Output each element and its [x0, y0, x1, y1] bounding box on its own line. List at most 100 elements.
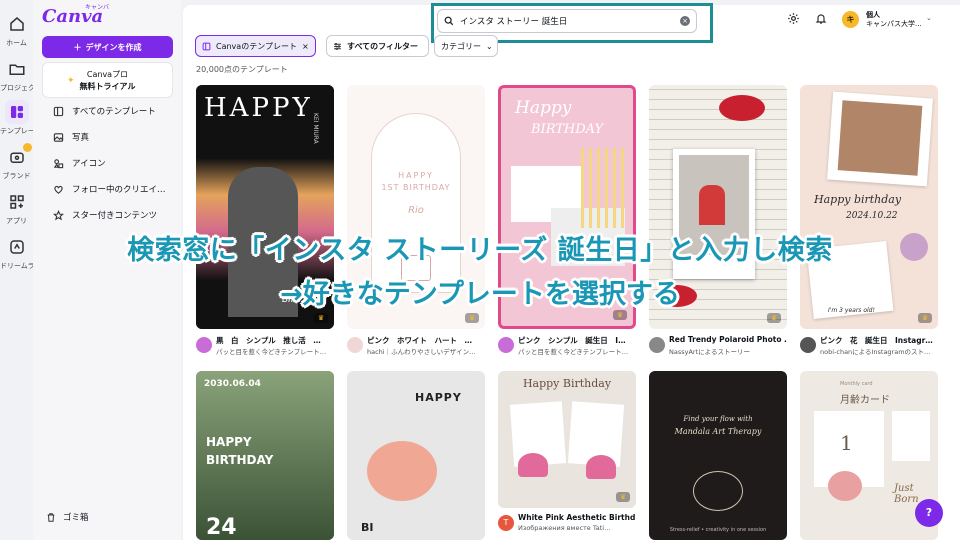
rail-home[interactable]: ホーム	[0, 12, 33, 48]
thumb-text: HAPPY	[204, 93, 313, 123]
cupcake-icon	[518, 453, 548, 477]
home-icon	[9, 17, 24, 31]
cupcake-icon	[586, 455, 616, 479]
template-outline-icon	[202, 42, 211, 50]
pro-trial-card[interactable]: ✦ Canvaプロ 無料トライアル	[42, 62, 173, 98]
nav-following-creators[interactable]: フォロー中のクリエイ…	[53, 181, 166, 197]
mandala-icon	[693, 471, 743, 511]
template-author: パッと目を惹く今どきテンプレート…	[518, 348, 629, 356]
template-meta[interactable]: ピンク ホワイト ハート … hachi｜ふんわりやさしいデザイン…	[347, 335, 487, 359]
thumb-text: HAPPY	[398, 171, 434, 180]
thumb-text: 1ST BIRTHDAY	[381, 183, 451, 192]
creator-avatar	[196, 337, 212, 353]
rail-brand[interactable]: ブランド	[0, 143, 33, 181]
creator-avatar	[347, 337, 363, 353]
chevron-down-icon[interactable]: ⌄	[926, 14, 932, 22]
template-meta[interactable]: ピンク 花 誕生日 Instagr… nobi-chanによるInstagram…	[800, 335, 940, 359]
account-switcher[interactable]: 個人 キャンパス大学...	[866, 11, 922, 29]
pro-line2: 無料トライアル	[79, 82, 136, 91]
thumb-text: Happy	[515, 98, 572, 118]
filter-sliders-icon	[334, 42, 341, 50]
thumb-photo-shape	[837, 100, 923, 176]
template-title: ピンク ホワイト ハート …	[367, 336, 472, 345]
apps-icon	[9, 195, 24, 209]
rail-projects[interactable]: プロジェクト	[0, 57, 33, 93]
rail-templates[interactable]: テンプレート	[0, 100, 33, 136]
notification-bell-icon[interactable]	[815, 12, 827, 25]
thumb-text: KEI MIURA	[312, 113, 319, 144]
chevron-down-icon: ⌄	[486, 41, 493, 51]
search-icon	[444, 16, 454, 26]
category-label: カテゴリー	[441, 41, 481, 51]
thumb-text: Rio	[408, 205, 424, 216]
rail-label: アプリ	[6, 217, 27, 225]
close-icon[interactable]: ×	[302, 42, 309, 51]
folder-icon	[9, 64, 24, 75]
template-title: White Pink Aesthetic Birthd…	[518, 513, 636, 522]
instruction-caption-line2: →好きなテンプレートを選択する	[280, 279, 680, 310]
logo-subtitle: キャンバ	[85, 4, 110, 11]
create-design-button[interactable]: ＋ デザインを作成	[42, 36, 173, 58]
star-icon	[53, 209, 64, 220]
template-author: パッと目を惹く今どきテンプレート…	[216, 348, 327, 356]
creator-avatar	[649, 337, 665, 353]
settings-gear-icon[interactable]	[787, 12, 800, 25]
template-title: ピンク 花 誕生日 Instagr…	[820, 336, 933, 345]
chip-canva-templates[interactable]: Canvaのテンプレート ×	[195, 35, 316, 57]
template-meta[interactable]: Red Trendy Polaroid Photo … NassyArtによるス…	[649, 335, 789, 359]
template-title: Red Trendy Polaroid Photo …	[669, 335, 787, 344]
nav-all-templates[interactable]: すべてのテンプレート	[53, 103, 156, 119]
user-avatar[interactable]: キ	[842, 11, 859, 28]
crown-icon: ♛	[613, 310, 627, 320]
nav-label: 写真	[72, 133, 90, 143]
rail-label: プロジェクト	[0, 84, 33, 92]
flower-icon	[828, 471, 862, 501]
template-card[interactable]: HAPPY BI	[347, 371, 485, 540]
nav-label: スター付きコンテンツ	[72, 211, 158, 221]
rail-label: ホーム	[6, 39, 27, 47]
template-meta[interactable]: ピンク シンプル 誕生日 I… パッと目を惹く今どきテンプレート…	[498, 335, 638, 359]
template-card[interactable]: Find your flow with Mandala Art Therapy …	[649, 371, 787, 540]
rail-apps[interactable]: アプリ	[0, 190, 33, 226]
thumb-text: Stress-relief • creativity in one sessio…	[669, 527, 767, 533]
clear-search-icon[interactable]: ×	[680, 16, 690, 26]
trash-button[interactable]: ゴミ箱	[46, 511, 89, 523]
thumb-text: 2030.06.04	[204, 379, 261, 389]
thumb-text: BIRTHDAY	[531, 122, 604, 137]
crown-icon	[22, 143, 32, 152]
candles-icon	[581, 148, 629, 228]
category-dropdown[interactable]: カテゴリー ⌄	[434, 35, 498, 57]
crown-icon: ♛	[314, 313, 328, 323]
template-card[interactable]: 2030.06.04 HAPPY BIRTHDAY 24	[196, 371, 334, 540]
thumb-text: Happy Birthday	[522, 377, 612, 390]
user-org: キャンパス大学...	[866, 20, 922, 28]
template-card[interactable]: Happy Birthday ♛	[498, 371, 636, 508]
heart-icon	[54, 185, 63, 194]
template-meta[interactable]: 黒 白 シンプル 推し活 … パッと目を惹く今どきテンプレート…	[196, 335, 336, 359]
thumb-text: Monthly card	[840, 381, 873, 387]
crown-icon: ♛	[767, 313, 781, 323]
user-name: 個人	[866, 11, 880, 19]
brand-icon	[9, 152, 24, 163]
template-icon	[10, 106, 23, 118]
help-button[interactable]: ?	[915, 499, 943, 527]
plus-icon: ＋	[73, 42, 82, 52]
nav-photos[interactable]: 写真	[53, 129, 89, 145]
search-input[interactable]: インスタ ストーリー 誕生日 ×	[437, 9, 697, 33]
icon-rail: ホーム プロジェクト テンプレート ブランド アプリ ドリームラボ	[0, 0, 33, 540]
pro-line1: Canvaプロ	[86, 70, 129, 79]
nav-label: フォロー中のクリエイ…	[72, 185, 166, 195]
thumb-text: 2024.10.22	[846, 211, 898, 221]
search-value: インスタ ストーリー 誕生日	[460, 17, 568, 27]
nav-icons[interactable]: アイコン	[53, 155, 106, 171]
thumb-card-shape	[892, 411, 930, 461]
nav-starred[interactable]: スター付きコンテンツ	[53, 207, 157, 223]
shapes-icon	[53, 158, 64, 168]
thumb-text: HAPPY	[415, 391, 462, 404]
template-meta[interactable]: T White Pink Aesthetic Birthd… Изображен…	[498, 513, 638, 537]
trash-icon	[47, 512, 55, 522]
template-title: 黒 白 シンプル 推し活 …	[216, 336, 321, 345]
instruction-caption-line1: 検索窓に「インスタ ストーリーズ 誕生日」と入力し検索	[127, 235, 833, 266]
crown-icon: ♛	[616, 492, 630, 502]
all-filters-button[interactable]: すべてのフィルター	[326, 35, 429, 57]
